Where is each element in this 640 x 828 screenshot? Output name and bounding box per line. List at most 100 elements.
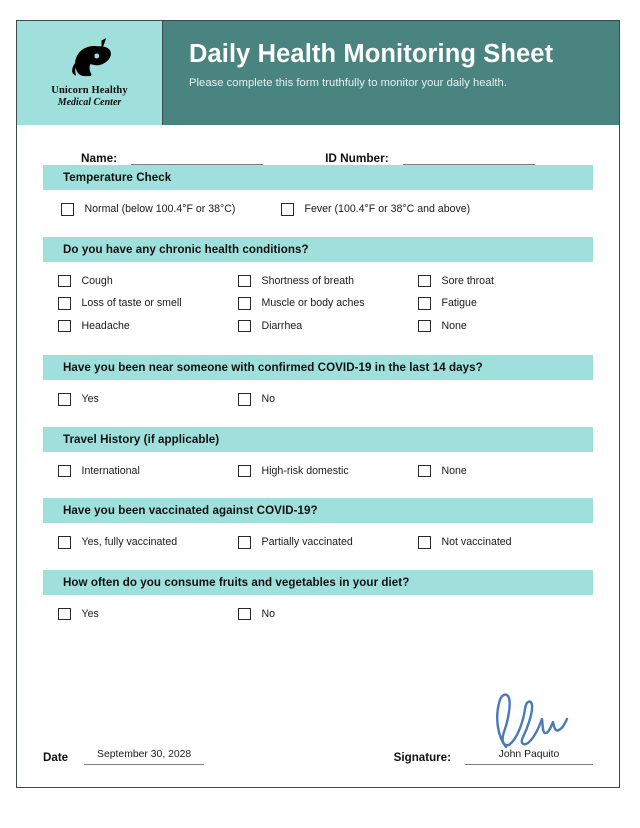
checkbox-icon[interactable] [238, 393, 251, 406]
section-3: Travel History (if applicable) Internatio… [43, 426, 593, 477]
option-row: Normal (below 100.4°F or 38°C) Fever (100… [43, 203, 593, 216]
page-subtitle: Please complete this form truthfully to … [189, 77, 507, 90]
logo-block: Unicorn Healthy Medical Center [17, 21, 163, 125]
brand-name: Unicorn Healthy [51, 84, 128, 96]
name-label: Name: [81, 151, 118, 165]
checkbox-label: International [81, 464, 140, 477]
checkbox-icon[interactable] [58, 393, 71, 406]
checkbox-option[interactable]: Yes, fully vaccinated [43, 536, 223, 549]
section-band: Travel History (if applicable) [43, 426, 593, 452]
brand-subname: Medical Center [57, 97, 122, 109]
checkbox-option[interactable]: Loss of taste or smell [43, 297, 223, 310]
checkbox-icon[interactable] [418, 536, 431, 549]
id-number-input[interactable] [402, 151, 535, 165]
date-value: September 30, 2028 [97, 749, 192, 760]
section-band: Do you have any chronic health condition… [43, 236, 593, 262]
checkbox-label: Headache [81, 319, 130, 332]
option-row: Headache Diarrhea None [43, 319, 593, 332]
checkbox-label: No [261, 393, 276, 406]
section-title: Have you been vaccinated against COVID-1… [63, 504, 318, 517]
checkbox-option[interactable]: Cough [43, 274, 223, 287]
signature-scribble-icon [496, 693, 569, 749]
checkbox-label: Not vaccinated [441, 536, 512, 549]
section-band: How often do you consume fruits and vege… [43, 569, 593, 595]
checkbox-option[interactable]: International [43, 464, 223, 477]
checkbox-option[interactable]: None [403, 319, 583, 332]
checkbox-icon[interactable] [238, 607, 251, 620]
option-row: Loss of taste or smell Muscle or body ach… [43, 297, 593, 310]
option-group: Yes No [43, 595, 593, 620]
section-title: Have you been near someone with confirme… [63, 361, 483, 374]
checkbox-option[interactable]: Diarrhea [223, 319, 403, 332]
checkbox-label: Partially vaccinated [261, 536, 353, 549]
checkbox-icon[interactable] [58, 536, 71, 549]
checkbox-label: High-risk domestic [261, 464, 349, 477]
section-title: Temperature Check [63, 171, 172, 184]
sections-container: Temperature Check Normal (below 100.4°F o… [17, 165, 619, 641]
form-header: Unicorn Healthy Medical Center Daily Hea… [17, 21, 619, 125]
signature-name: John Paquito [498, 749, 560, 760]
checkbox-label: Yes [81, 393, 99, 406]
checkbox-label: None [441, 319, 467, 332]
checkbox-icon[interactable] [238, 464, 251, 477]
checkbox-icon[interactable] [238, 536, 251, 549]
option-group: International High-risk domestic None [43, 452, 593, 477]
checkbox-icon[interactable] [58, 297, 71, 310]
checkbox-icon[interactable] [281, 203, 294, 216]
checkbox-icon[interactable] [58, 274, 71, 287]
signature-input[interactable]: John Paquito [465, 693, 593, 765]
unicorn-head-icon [71, 38, 111, 77]
checkbox-icon[interactable] [238, 297, 251, 310]
section-band: Have you been vaccinated against COVID-1… [43, 498, 593, 523]
date-input[interactable]: September 30, 2028 [84, 744, 205, 765]
name-input[interactable] [131, 151, 264, 165]
checkbox-icon[interactable] [418, 319, 431, 332]
option-row: Yes No [43, 393, 593, 406]
checkbox-label: Normal (below 100.4°F or 38°C) [84, 203, 236, 216]
checkbox-option[interactable]: None [403, 464, 583, 477]
checkbox-option[interactable]: No [223, 607, 403, 620]
checkbox-option[interactable]: Yes [43, 393, 223, 406]
checkbox-icon[interactable] [418, 297, 431, 310]
checkbox-option[interactable]: Not vaccinated [403, 536, 583, 549]
checkbox-icon[interactable] [418, 274, 431, 287]
checkbox-option[interactable]: No [223, 393, 403, 406]
checkbox-label: Fatigue [441, 297, 477, 310]
checkbox-label: Muscle or body aches [261, 297, 365, 310]
checkbox-option[interactable]: Fatigue [403, 297, 583, 310]
checkbox-icon[interactable] [418, 464, 431, 477]
section-title: How often do you consume fruits and vege… [63, 575, 410, 589]
checkbox-icon[interactable] [58, 464, 71, 477]
checkbox-option[interactable]: Sore throat [403, 274, 583, 287]
checkbox-option[interactable]: Fever (100.4°F or 38°C and above) [263, 203, 470, 216]
checkbox-label: Fever (100.4°F or 38°C and above) [304, 203, 471, 216]
id-number-label: ID Number: [325, 151, 389, 165]
checkbox-option[interactable]: High-risk domestic [223, 464, 403, 477]
checkbox-option[interactable]: Muscle or body aches [223, 297, 403, 310]
checkbox-icon[interactable] [58, 319, 71, 332]
checkbox-option[interactable]: Headache [43, 319, 223, 332]
date-label: Date [43, 751, 69, 764]
checkbox-icon[interactable] [61, 203, 74, 216]
checkbox-label: Yes, fully vaccinated [81, 536, 178, 549]
section-4: Have you been vaccinated against COVID-1… [43, 498, 593, 549]
checkbox-label: Diarrhea [261, 319, 303, 332]
title-block: Daily Health Monitoring Sheet Please com… [163, 21, 619, 125]
checkbox-option[interactable]: Yes [43, 607, 223, 620]
checkbox-icon[interactable] [238, 319, 251, 332]
form-page: Unicorn Healthy Medical Center Daily Hea… [16, 20, 620, 788]
checkbox-icon[interactable] [238, 274, 251, 287]
checkbox-option[interactable]: Normal (below 100.4°F or 38°C) [43, 203, 263, 216]
signature-label: Signature: [393, 751, 451, 764]
checkbox-option[interactable]: Shortness of breath [223, 274, 403, 287]
checkbox-option[interactable]: Partially vaccinated [223, 536, 403, 549]
option-row: Yes, fully vaccinated Partially vaccinate… [43, 536, 593, 549]
section-0: Temperature Check Normal (below 100.4°F o… [43, 165, 593, 216]
option-row: Yes No [43, 607, 593, 620]
section-2: Have you been near someone with confirme… [43, 355, 593, 406]
checkbox-icon[interactable] [58, 607, 71, 620]
section-1: Do you have any chronic health condition… [43, 236, 593, 332]
